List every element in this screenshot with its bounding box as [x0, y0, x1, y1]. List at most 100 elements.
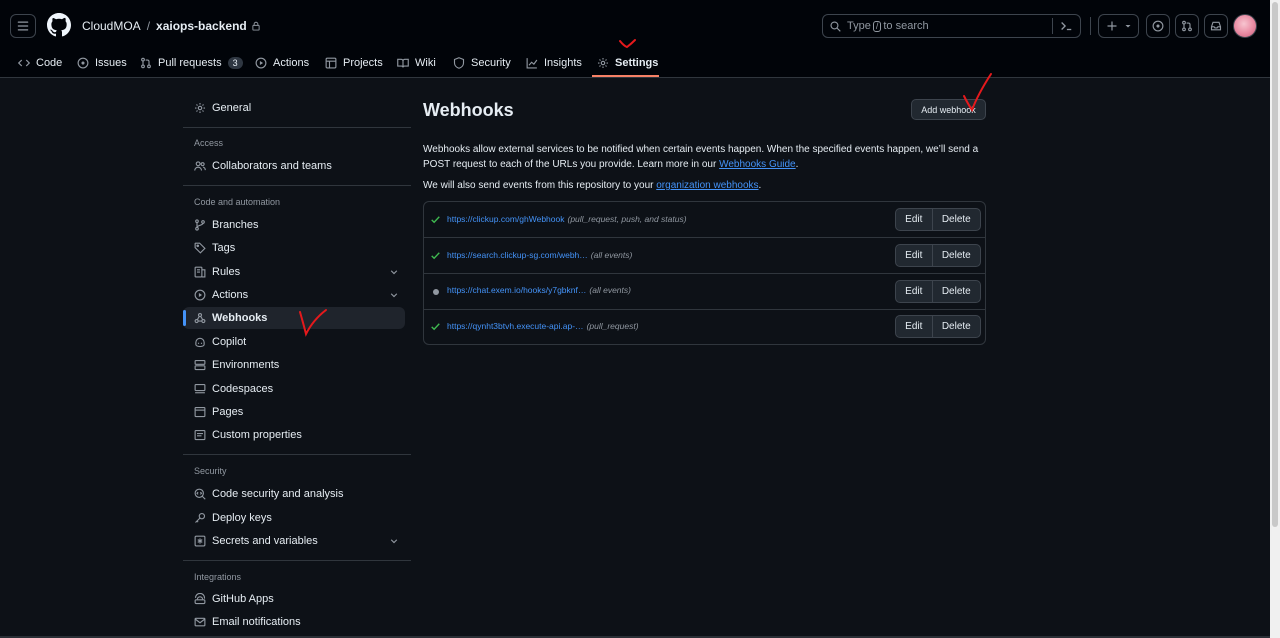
sidebar-item-custom-properties[interactable]: Custom properties	[183, 424, 405, 446]
sidebar-item-rules[interactable]: Rules	[183, 261, 405, 283]
tab-projects[interactable]: Projects	[325, 48, 383, 78]
page-scrollbar[interactable]	[1270, 0, 1280, 638]
tab-label: Code	[36, 57, 63, 69]
sidebar-item-tags[interactable]: Tags	[183, 237, 405, 259]
menu-button[interactable]	[10, 14, 36, 38]
webhook-actions: Edit Delete	[895, 280, 981, 303]
delete-webhook-button[interactable]: Delete	[933, 281, 980, 302]
book-icon	[397, 58, 409, 68]
webhook-url-link[interactable]: https://qynht3btvh.execute-api.ap-…	[447, 321, 584, 331]
check-icon	[431, 323, 440, 331]
search-input[interactable]: Type / to search	[822, 14, 1081, 38]
hamburger-icon	[17, 21, 29, 31]
sidebar-item-label: Actions	[212, 289, 249, 301]
tab-wiki[interactable]: Wiki	[397, 48, 436, 78]
sidebar-item-code-security[interactable]: Code security and analysis	[183, 483, 405, 505]
git-branch-icon	[195, 219, 205, 231]
sidebar-item-collaborators[interactable]: Collaborators and teams	[183, 155, 405, 177]
sidebar-item-copilot[interactable]: Copilot	[183, 331, 405, 353]
code-icon	[18, 59, 30, 67]
sidebar-item-label: Deploy keys	[212, 512, 272, 524]
edit-webhook-button[interactable]: Edit	[896, 245, 933, 266]
check-icon	[431, 252, 440, 260]
plus-icon	[1107, 21, 1116, 31]
user-avatar[interactable]	[1233, 14, 1257, 38]
add-webhook-button[interactable]: Add webhook	[911, 99, 986, 120]
tab-security[interactable]: Security	[453, 48, 511, 78]
page-title: Webhooks	[423, 100, 514, 120]
repo-link[interactable]: xaiops-backend	[156, 19, 247, 33]
sidebar-item-github-apps[interactable]: GitHub Apps	[183, 588, 405, 610]
sidebar-item-label: Copilot	[212, 336, 247, 348]
webhook-events: (pull_request)	[586, 321, 639, 331]
tab-settings[interactable]: Settings	[597, 48, 658, 78]
inbox-button[interactable]	[1204, 14, 1228, 38]
sidebar-item-secrets[interactable]: Secrets and variables	[183, 530, 405, 552]
search-placeholder-prefix: Type	[847, 20, 871, 32]
sidebar-item-label: Branches	[212, 219, 259, 231]
tab-label: Pull requests	[158, 57, 222, 69]
sidebar-item-pages[interactable]: Pages	[183, 401, 405, 423]
server-icon	[194, 359, 206, 371]
sidebar-item-email-notifications[interactable]: Email notifications	[183, 611, 405, 633]
git-pull-request-icon	[1182, 20, 1192, 32]
owner-link[interactable]: CloudMOA	[82, 19, 141, 33]
note-icon	[194, 429, 206, 441]
sidebar-divider	[183, 560, 411, 561]
webhook-url-link[interactable]: https://search.clickup-sg.com/webh…	[447, 250, 588, 260]
delete-webhook-button[interactable]: Delete	[933, 209, 980, 230]
sidebar-item-environments[interactable]: Environments	[183, 354, 405, 376]
delete-webhook-button[interactable]: Delete	[933, 316, 980, 337]
webhook-url-link[interactable]: https://clickup.com/ghWebhook	[447, 214, 565, 224]
tab-actions[interactable]: Actions	[255, 48, 309, 78]
breadcrumb: CloudMOA / xaiops-backend	[82, 19, 261, 33]
sidebar-item-label: General	[212, 102, 252, 114]
sidebar-item-label: Secrets and variables	[212, 535, 318, 547]
create-new-button[interactable]	[1098, 14, 1139, 38]
people-icon	[194, 161, 206, 171]
sidebar-item-general[interactable]: General	[183, 97, 405, 119]
tab-code[interactable]: Code	[18, 48, 62, 78]
search-divider	[1052, 18, 1053, 34]
github-logo-icon[interactable]	[47, 13, 71, 37]
org-webhooks-note: We will also send events from this repos…	[423, 180, 986, 191]
apps-icon	[194, 593, 206, 605]
edit-webhook-button[interactable]: Edit	[896, 316, 933, 337]
sidebar-item-label: Webhooks	[212, 312, 268, 324]
search-placeholder-suffix: to search	[883, 20, 929, 32]
breadcrumb-separator: /	[146, 19, 151, 33]
delete-webhook-button[interactable]: Delete	[933, 245, 980, 266]
webhook-actions: Edit Delete	[895, 208, 981, 231]
sidebar-item-actions[interactable]: Actions	[183, 284, 405, 306]
sidebar-item-codespaces[interactable]: Codespaces	[183, 378, 405, 400]
inactive-dot-icon	[433, 289, 439, 295]
tab-insights[interactable]: Insights	[526, 48, 582, 78]
sidebar-heading-security: Security	[194, 466, 227, 476]
command-palette-icon[interactable]	[1059, 19, 1073, 33]
webhooks-guide-link[interactable]: Webhooks Guide	[719, 159, 796, 170]
organization-webhooks-link[interactable]: organization webhooks	[656, 180, 758, 191]
sidebar-item-webhooks[interactable]: Webhooks	[183, 307, 405, 329]
description-text: Webhooks allow external services to be n…	[423, 144, 979, 170]
edit-webhook-button[interactable]: Edit	[896, 209, 933, 230]
pull-requests-shortcut-button[interactable]	[1175, 14, 1199, 38]
tab-label: Projects	[343, 57, 383, 69]
issues-shortcut-button[interactable]	[1146, 14, 1170, 38]
sidebar-heading-integrations: Integrations	[194, 572, 242, 582]
tab-issues[interactable]: Issues	[77, 48, 127, 78]
org-note-end: .	[758, 180, 762, 191]
edit-webhook-button[interactable]: Edit	[896, 281, 933, 302]
scrollbar-thumb[interactable]	[1272, 2, 1278, 527]
sidebar-item-deploy-keys[interactable]: Deploy keys	[183, 507, 405, 529]
sidebar-item-label: Pages	[212, 406, 244, 418]
webhook-row: https://chat.exem.io/hooks/y7gbknf… (all …	[424, 274, 985, 310]
sidebar-item-branches[interactable]: Branches	[183, 214, 405, 236]
check-icon	[431, 216, 440, 224]
caret-down-icon	[1125, 25, 1130, 28]
sidebar-item-label: Rules	[212, 266, 241, 278]
tab-pull-requests[interactable]: Pull requests 3	[140, 48, 243, 78]
webhook-url-link[interactable]: https://chat.exem.io/hooks/y7gbknf…	[447, 285, 586, 295]
gear-icon	[194, 102, 206, 114]
webhook-row: https://clickup.com/ghWebhook (pull_reque…	[424, 202, 985, 238]
active-tab-underline	[592, 75, 659, 77]
